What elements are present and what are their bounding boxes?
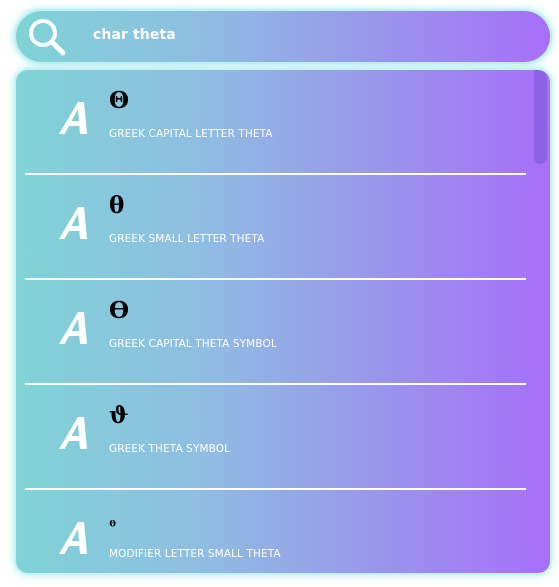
result-item[interactable]: ϑ GREEK THETA SYMBOL (16, 385, 535, 489)
result-item[interactable]: ᶿ MODIFIER LETTER SMALL THETA (16, 490, 535, 573)
result-item[interactable]: θ GREEK SMALL LETTER THETA (16, 175, 535, 279)
search-icon (29, 19, 66, 56)
result-glyph: ϴ (109, 297, 130, 324)
font-a-icon (59, 417, 87, 449)
result-glyph: ᶿ (109, 517, 117, 536)
results-list: Θ GREEK CAPITAL LETTER THETA θ GREEK SMA… (16, 70, 550, 573)
result-glyph: θ (109, 192, 125, 219)
search-input[interactable]: char theta (93, 11, 176, 62)
result-item[interactable]: Θ GREEK CAPITAL LETTER THETA (16, 70, 535, 174)
font-a-icon (59, 207, 87, 239)
result-name: MODIFIER LETTER SMALL THETA (109, 548, 281, 560)
search-bar[interactable]: char theta (16, 11, 550, 62)
result-glyph: Θ (109, 87, 130, 114)
font-a-icon (59, 312, 87, 344)
result-item[interactable]: ϴ GREEK CAPITAL THETA SYMBOL (16, 280, 535, 384)
scrollbar-thumb[interactable] (534, 70, 547, 164)
result-name: GREEK SMALL LETTER THETA (109, 233, 265, 245)
result-name: GREEK CAPITAL THETA SYMBOL (109, 338, 277, 350)
result-glyph: ϑ (109, 402, 129, 429)
result-name: GREEK THETA SYMBOL (109, 443, 231, 455)
font-a-icon (59, 102, 87, 134)
result-name: GREEK CAPITAL LETTER THETA (109, 128, 273, 140)
font-a-icon (59, 522, 87, 554)
